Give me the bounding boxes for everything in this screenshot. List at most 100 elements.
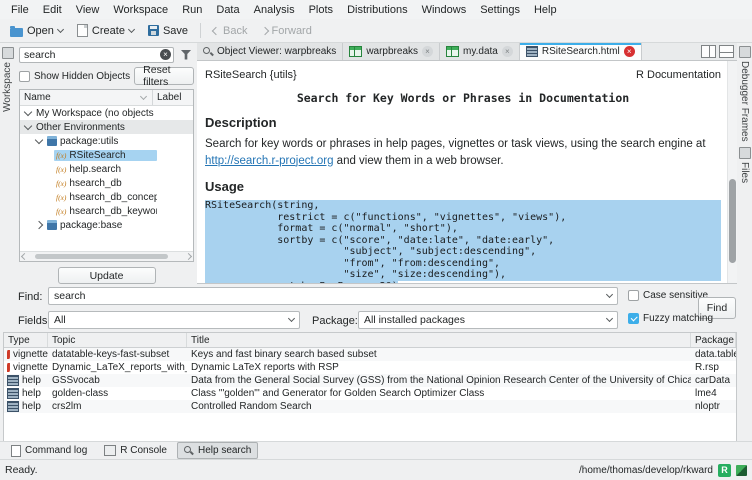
menu-run[interactable]: Run [175, 2, 209, 18]
close-icon[interactable]: × [422, 46, 433, 57]
code-line: "from", "from:descending", [205, 258, 721, 270]
find-label: Find: [18, 291, 42, 303]
new-document-icon [77, 24, 88, 37]
split-horizontal-icon[interactable] [719, 45, 734, 58]
object-search-input[interactable]: search × [19, 47, 174, 63]
search-r-project-link[interactable]: http://search.r-project.org [205, 155, 333, 167]
back-button[interactable]: Back [207, 22, 253, 40]
menu-edit[interactable]: Edit [36, 2, 69, 18]
r-engine-status-badge[interactable]: R [718, 464, 731, 477]
menu-view[interactable]: View [69, 2, 107, 18]
document-scrollbar[interactable] [727, 61, 737, 283]
chevron-down-icon [288, 315, 295, 322]
scroll-right-icon[interactable] [184, 254, 193, 259]
tab-rsitesearch-html[interactable]: RSiteSearch.html × [520, 43, 642, 60]
show-hidden-checkbox[interactable]: Show Hidden Objects [19, 71, 130, 82]
package-icon [47, 136, 57, 146]
usage-code-block[interactable]: RSiteSearch(string, restrict = c("functi… [205, 200, 721, 284]
result-row[interactable]: vignette datatable-keys-fast-subset Keys… [4, 348, 736, 361]
label-column-header[interactable]: Label [153, 92, 193, 103]
checkbox-box [19, 71, 30, 82]
menu-analysis[interactable]: Analysis [247, 2, 302, 18]
right-dock-strip: Debugger Frames Files [737, 43, 752, 441]
menu-settings[interactable]: Settings [473, 2, 527, 18]
split-vertical-icon[interactable] [701, 45, 716, 58]
debugger-frames-icon [739, 46, 751, 58]
menu-data[interactable]: Data [209, 2, 246, 18]
fields-combobox[interactable]: All [48, 311, 300, 329]
workspace-dock-tab[interactable]: Workspace [2, 47, 14, 112]
column-header-title[interactable]: Title [187, 333, 691, 347]
tree-item-help-search[interactable]: f(x) help.search [20, 162, 193, 176]
expander-icon[interactable] [24, 108, 32, 116]
files-dock-tab[interactable]: Files [739, 147, 751, 183]
tab-warpbreaks[interactable]: warpbreaks × [343, 43, 440, 60]
clear-search-icon[interactable]: × [160, 49, 171, 60]
menu-distributions[interactable]: Distributions [340, 2, 415, 18]
menu-workspace[interactable]: Workspace [106, 2, 175, 18]
name-column-header[interactable]: Name [20, 90, 153, 105]
tree-item-other-environments[interactable]: Other Environments [20, 120, 193, 134]
save-icon [148, 25, 159, 36]
forward-button[interactable]: Forward [256, 22, 318, 40]
folder-icon [10, 28, 23, 37]
expander-icon[interactable] [24, 122, 32, 130]
debugger-frames-dock-tab[interactable]: Debugger Frames [739, 46, 751, 142]
menu-file[interactable]: File [4, 2, 36, 18]
result-row[interactable]: help crs2lm Controlled Random Search nlo… [4, 400, 736, 413]
table-icon [349, 46, 362, 57]
function-icon: f(x) [56, 193, 66, 202]
tree-item-my-workspace[interactable]: My Workspace (no objects matching filter… [20, 106, 193, 120]
find-combobox[interactable]: search [48, 287, 618, 305]
menu-plots[interactable]: Plots [302, 2, 340, 18]
result-row[interactable]: help golden-class Class '"golden"' and G… [4, 387, 736, 400]
menu-help[interactable]: Help [527, 2, 564, 18]
result-row[interactable]: help GSSvocab Data from the General Soci… [4, 374, 736, 387]
column-header-package[interactable]: Package [691, 333, 736, 347]
reset-filters-button[interactable]: Reset filters [134, 67, 194, 85]
save-button[interactable]: Save [142, 22, 194, 40]
tab-r-console[interactable]: R Console [97, 442, 174, 459]
result-row[interactable]: vignette Dynamic_LaTeX_reports_with_RSP … [4, 361, 736, 374]
status-message: Ready. [5, 464, 38, 476]
tab-command-log[interactable]: Command log [4, 442, 94, 460]
object-list: Name Label My Workspace (no objects matc… [19, 89, 194, 262]
tree-item-hsearch-db-keywords[interactable]: f(x) hsearch_db_keywords [20, 204, 193, 218]
tree-item-package-base[interactable]: package:base [20, 218, 193, 232]
expander-icon[interactable] [35, 136, 43, 144]
case-sensitive-checkbox[interactable]: Case sensitive [628, 290, 708, 301]
fuzzy-matching-checkbox[interactable]: Fuzzy matching [628, 313, 713, 324]
horizontal-scrollbar[interactable] [20, 251, 193, 261]
column-header-topic[interactable]: Topic [48, 333, 187, 347]
open-button[interactable]: Open [4, 22, 69, 40]
close-icon[interactable]: × [624, 46, 635, 57]
tab-object-viewer[interactable]: Object Viewer: warpbreaks [197, 43, 343, 60]
close-icon[interactable]: × [502, 46, 513, 57]
filter-button[interactable] [178, 47, 194, 63]
help-document: RSiteSearch {utils} R Documentation Sear… [197, 61, 737, 284]
chevron-down-icon [606, 315, 613, 322]
expander-icon[interactable] [35, 221, 43, 229]
engine-status-icon[interactable] [736, 465, 747, 476]
working-directory: /home/thomas/develop/rkward [579, 465, 713, 476]
tab-help-search[interactable]: Help search [177, 442, 258, 459]
tree-item-hsearch-db-concepts[interactable]: f(x) hsearch_db_concepts [20, 190, 193, 204]
document-tab-bar: Object Viewer: warpbreaks warpbreaks × m… [197, 43, 737, 61]
package-label: Package: [312, 315, 358, 327]
code-line: format = c("normal", "short"), [205, 223, 721, 235]
help-page-icon [526, 46, 538, 57]
tree-item-hsearch-db[interactable]: f(x) hsearch_db [20, 176, 193, 190]
update-button[interactable]: Update [58, 267, 156, 284]
tree-item-rsitesearch[interactable]: f(x) RSiteSearch [20, 148, 193, 162]
forward-arrow-icon [260, 26, 268, 34]
tab-my-data[interactable]: my.data × [440, 43, 520, 60]
package-combobox[interactable]: All installed packages [358, 311, 618, 329]
column-header-type[interactable]: Type [4, 333, 48, 347]
menu-windows[interactable]: Windows [415, 2, 474, 18]
scrollbar-thumb[interactable] [35, 254, 168, 259]
doc-title: Search for Key Words or Phrases in Docum… [205, 91, 721, 105]
create-button[interactable]: Create [71, 21, 140, 40]
scrollbar-thumb[interactable] [729, 179, 736, 263]
tree-item-package-utils[interactable]: package:utils [20, 134, 193, 148]
scroll-left-icon[interactable] [20, 254, 29, 259]
